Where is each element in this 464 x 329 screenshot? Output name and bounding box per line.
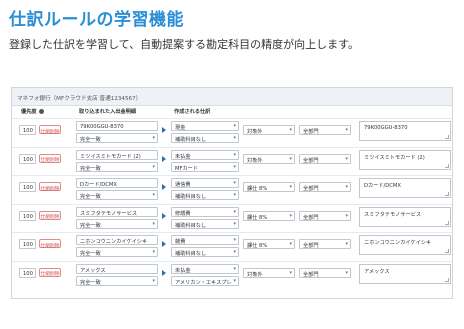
arrow-right-icon: [162, 241, 166, 247]
account-select[interactable]: 通信費: [171, 178, 239, 188]
priority-input[interactable]: 100: [19, 182, 36, 192]
priority-input[interactable]: 100: [19, 153, 36, 164]
description-input[interactable]: Dカード/DCMX: [76, 178, 158, 188]
match-type-select[interactable]: 完全一致: [76, 218, 158, 229]
account-select[interactable]: 修繕費: [171, 206, 239, 217]
description-input[interactable]: 79K00GGU-8370: [76, 121, 158, 131]
match-type-select[interactable]: 完全一致: [76, 133, 158, 143]
delete-rule-button[interactable]: 仕組削除: [39, 153, 61, 163]
arrow-right-icon: [162, 269, 166, 276]
priority-input[interactable]: 100: [19, 210, 36, 221]
bank-account-header: マネフォ銀行（MFクラウド支店 普通1234567）: [12, 88, 452, 106]
priority-input[interactable]: 100: [19, 125, 36, 135]
tax-category-select[interactable]: 対象外: [243, 153, 295, 164]
description-input[interactable]: ミツイスミトモカード (2): [76, 149, 158, 160]
rules-panel: マネフォ銀行（MFクラウド支店 普通1234567） 優先度 取り込まれた入出金…: [11, 87, 453, 299]
priority-input[interactable]: 100: [19, 239, 36, 249]
sub-account-select[interactable]: 補助科目なし: [171, 190, 239, 200]
description-input[interactable]: スミフタテモノサービス: [76, 206, 158, 217]
sub-account-select[interactable]: 補助科目なし: [171, 133, 239, 143]
rule-row: 100仕組削除ニホンコウニンカイケイシキ完全一致雑費補助科目なし課仕 8%全部門…: [12, 232, 452, 260]
department-select[interactable]: 全部門: [299, 153, 351, 164]
account-select[interactable]: 未払金: [171, 263, 239, 274]
department-select[interactable]: 全部門: [299, 267, 351, 278]
match-type-select[interactable]: 完全一致: [76, 275, 158, 286]
memo-textarea[interactable]: ニホンコウニンカイケイシキ: [359, 235, 451, 255]
delete-rule-button[interactable]: 仕組削除: [39, 210, 61, 220]
rule-row: 100仕組削除 79K00GGU-8370 完全一致 現金補助科目なし対象外全部門 79…: [12, 118, 452, 146]
delete-rule-button[interactable]: 仕組削除: [39, 267, 61, 277]
description-input[interactable]: ニホンコウニンカイケイシキ: [76, 235, 158, 245]
delete-rule-button[interactable]: 仕組削除: [39, 125, 61, 135]
department-select[interactable]: 全部門: [299, 125, 351, 135]
rule-row: 100仕組削除ミツイスミトモカード (2)完全一致未払金MFカード対象外全部門ミ…: [12, 146, 452, 175]
rule-row: 100仕組削除アメックス完全一致未払金アメリカン・エキスプレ対象外全部門アメック…: [12, 260, 452, 289]
rule-row: 100仕組削除スミフタテモノサービス完全一致修繕費補助科目なし課仕 8%全部門ス…: [12, 203, 452, 232]
memo-textarea[interactable]: 79K00GGU-8370: [359, 121, 451, 141]
department-select[interactable]: 全部門: [299, 182, 351, 192]
department-select[interactable]: 全部門: [299, 210, 351, 221]
match-type-select[interactable]: 完全一致: [76, 161, 158, 172]
department-select[interactable]: 全部門: [299, 239, 351, 249]
page-title: 仕訳ルールの学習機能: [9, 10, 184, 30]
sub-account-select[interactable]: 補助科目なし: [171, 218, 239, 229]
priority-column-header: 優先度: [21, 108, 45, 116]
account-select[interactable]: 現金: [171, 121, 239, 131]
priority-column-label: 優先度: [21, 109, 37, 115]
description-input[interactable]: アメックス: [76, 263, 158, 274]
memo-textarea[interactable]: アメックス: [359, 263, 451, 284]
sub-account-select[interactable]: アメリカン・エキスプレ: [171, 275, 239, 286]
match-type-select[interactable]: 完全一致: [76, 247, 158, 257]
delete-rule-button[interactable]: 仕組削除: [39, 182, 61, 192]
account-select[interactable]: 雑費: [171, 235, 239, 245]
arrow-right-icon: [162, 127, 166, 133]
rule-row: 100仕組削除 Dカード/DCMX 完全一致 通信費補助科目なし課仕 8% 全部門 Dカー…: [12, 175, 452, 203]
memo-textarea[interactable]: スミフタテモノサービス: [359, 206, 451, 227]
priority-input[interactable]: 100: [19, 267, 36, 278]
arrow-right-icon: [162, 184, 166, 190]
tax-category-select[interactable]: 課仕 8%: [243, 210, 295, 221]
tax-category-select[interactable]: 対象外: [243, 125, 295, 135]
sub-account-select[interactable]: MFカード: [171, 161, 239, 172]
tax-category-select[interactable]: 対象外: [243, 267, 295, 278]
arrow-right-icon: [162, 212, 166, 219]
arrow-right-icon: [162, 155, 166, 162]
page-subtitle: 登録した仕訳を学習して、自動提案する勘定科目の精度が向上します。: [9, 38, 360, 51]
memo-textarea[interactable]: ミツイスミトモカード (2): [359, 149, 451, 170]
tax-category-select[interactable]: 課仕 8%: [243, 239, 295, 249]
match-type-select[interactable]: 完全一致: [76, 190, 158, 200]
help-icon[interactable]: [39, 109, 45, 114]
source-column-header: 取り込まれた入出金明細: [79, 109, 137, 115]
sub-account-select[interactable]: 補助科目なし: [171, 247, 239, 257]
journal-column-header: 作成される仕訳: [174, 109, 211, 115]
tax-category-select[interactable]: 課仕 8%: [243, 182, 295, 192]
memo-textarea[interactable]: Dカード/DCMX: [359, 178, 451, 198]
account-select[interactable]: 未払金: [171, 149, 239, 160]
delete-rule-button[interactable]: 仕組削除: [39, 239, 61, 249]
